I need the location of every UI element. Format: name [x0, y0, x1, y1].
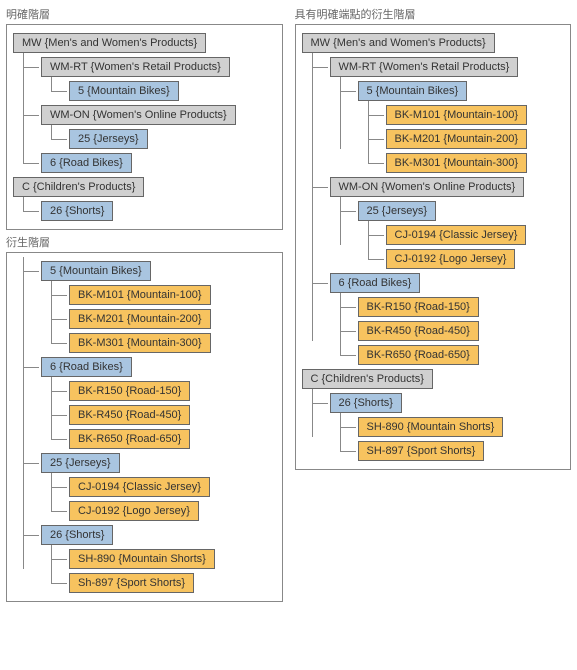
tree-node: C {Children's Products} — [302, 367, 565, 391]
tree-node: 26 {Shorts} — [302, 391, 565, 415]
tree-node: 5 {Mountain Bikes} — [13, 79, 276, 103]
tree-node-label: BK-R650 {Road-650} — [69, 429, 190, 449]
tree-node: BK-R650 {Road-650} — [13, 427, 276, 451]
tree-node-label: BK-R150 {Road-150} — [358, 297, 479, 317]
tree-node-label: CJ-0192 {Logo Jersey} — [386, 249, 516, 269]
panel-explicit-wrapper: 明確階層 MW {Men's and Women's Products} WM-R… — [6, 6, 283, 230]
tree-node-label: 26 {Shorts} — [330, 393, 402, 413]
tree-node: BK-R650 {Road-650} — [302, 343, 565, 367]
tree-node: SH-897 {Sport Shorts} — [302, 439, 565, 463]
panel-combined-wrapper: 具有明確端點的衍生階層 MW {Men's and Women's Produc… — [295, 6, 572, 470]
tree-node: BK-M101 {Mountain-100} — [302, 103, 565, 127]
tree-node-label: BK-M101 {Mountain-100} — [386, 105, 528, 125]
tree-node: BK-M201 {Mountain-200} — [13, 307, 276, 331]
tree-node: MW {Men's and Women's Products} — [302, 31, 565, 55]
tree-node-label: WM-ON {Women's Online Products} — [41, 105, 236, 125]
tree-node: BK-R150 {Road-150} — [302, 295, 565, 319]
tree-node: BK-M101 {Mountain-100} — [13, 283, 276, 307]
tree-node-label: WM-RT {Women's Retail Products} — [330, 57, 519, 77]
tree-node: CJ-0192 {Logo Jersey} — [13, 499, 276, 523]
diagram-container: 明確階層 MW {Men's and Women's Products} WM-R… — [6, 6, 571, 602]
tree-node: BK-R450 {Road-450} — [13, 403, 276, 427]
tree-node-label: WM-RT {Women's Retail Products} — [41, 57, 230, 77]
tree-node: SH-890 {Mountain Shorts} — [302, 415, 565, 439]
tree-node-label: 25 {Jerseys} — [69, 129, 148, 149]
tree-node-label: 6 {Road Bikes} — [330, 273, 421, 293]
tree-node: SH-890 {Mountain Shorts} — [13, 547, 276, 571]
tree-node-label: BK-M301 {Mountain-300} — [386, 153, 528, 173]
tree-node: BK-M301 {Mountain-300} — [13, 331, 276, 355]
tree-node-label: C {Children's Products} — [13, 177, 144, 197]
tree-node-label: BK-R150 {Road-150} — [69, 381, 190, 401]
tree-node-label: BK-M201 {Mountain-200} — [386, 129, 528, 149]
left-column: 明確階層 MW {Men's and Women's Products} WM-R… — [6, 6, 283, 602]
tree-node: MW {Men's and Women's Products} — [13, 31, 276, 55]
tree-node-label: SH-897 {Sport Shorts} — [358, 441, 485, 461]
tree-node: WM-ON {Women's Online Products} — [302, 175, 565, 199]
tree-node: Sh-897 {Sport Shorts} — [13, 571, 276, 595]
panel-derived-wrapper: 衍生階層 5 {Mountain Bikes} BK-M101 {Mountain… — [6, 234, 283, 602]
tree-node-label: 25 {Jerseys} — [41, 453, 120, 473]
panel-explicit: MW {Men's and Women's Products} WM-RT {Wo… — [6, 24, 283, 230]
tree-node: 25 {Jerseys} — [13, 451, 276, 475]
tree-node-label: MW {Men's and Women's Products} — [13, 33, 206, 53]
panel-combined: MW {Men's and Women's Products} WM-RT {Wo… — [295, 24, 572, 470]
tree-node-label: 26 {Shorts} — [41, 201, 113, 221]
tree-node-label: BK-R450 {Road-450} — [69, 405, 190, 425]
tree-node: 6 {Road Bikes} — [13, 151, 276, 175]
panel-derived: 5 {Mountain Bikes} BK-M101 {Mountain-100}… — [6, 252, 283, 602]
tree-node: CJ-0194 {Classic Jersey} — [13, 475, 276, 499]
tree-node: 5 {Mountain Bikes} — [302, 79, 565, 103]
tree-node-label: MW {Men's and Women's Products} — [302, 33, 495, 53]
right-column: 具有明確端點的衍生階層 MW {Men's and Women's Produc… — [295, 6, 572, 602]
tree-node: BK-M301 {Mountain-300} — [302, 151, 565, 175]
tree-node-label: 25 {Jerseys} — [358, 201, 437, 221]
tree-node-label: BK-M301 {Mountain-300} — [69, 333, 211, 353]
tree-node-label: CJ-0192 {Logo Jersey} — [69, 501, 199, 521]
tree-node-label: CJ-0194 {Classic Jersey} — [69, 477, 210, 497]
tree-node-label: 5 {Mountain Bikes} — [358, 81, 468, 101]
tree-node: 25 {Jerseys} — [302, 199, 565, 223]
tree-node-label: 26 {Shorts} — [41, 525, 113, 545]
tree-node-label: WM-ON {Women's Online Products} — [330, 177, 525, 197]
tree-node: C {Children's Products} — [13, 175, 276, 199]
tree-node: 6 {Road Bikes} — [13, 355, 276, 379]
tree-node: WM-RT {Women's Retail Products} — [13, 55, 276, 79]
tree-node-label: 5 {Mountain Bikes} — [41, 261, 151, 281]
tree-node: CJ-0194 {Classic Jersey} — [302, 223, 565, 247]
tree-node: 25 {Jerseys} — [13, 127, 276, 151]
tree-node-label: 6 {Road Bikes} — [41, 153, 132, 173]
tree-node: 26 {Shorts} — [13, 199, 276, 223]
panel-title-explicit: 明確階層 — [6, 6, 283, 22]
tree-node-label: BK-M201 {Mountain-200} — [69, 309, 211, 329]
tree-node: BK-M201 {Mountain-200} — [302, 127, 565, 151]
tree-node: WM-ON {Women's Online Products} — [13, 103, 276, 127]
panel-title-combined: 具有明確端點的衍生階層 — [295, 6, 572, 22]
tree-node-label: BK-R650 {Road-650} — [358, 345, 479, 365]
tree-node: 5 {Mountain Bikes} — [13, 259, 276, 283]
tree-node-label: BK-M101 {Mountain-100} — [69, 285, 211, 305]
tree-node-label: SH-890 {Mountain Shorts} — [69, 549, 215, 569]
tree-node-label: 6 {Road Bikes} — [41, 357, 132, 377]
tree-node-label: SH-890 {Mountain Shorts} — [358, 417, 504, 437]
tree-node: BK-R450 {Road-450} — [302, 319, 565, 343]
tree-node-label: CJ-0194 {Classic Jersey} — [386, 225, 527, 245]
tree-node: BK-R150 {Road-150} — [13, 379, 276, 403]
tree-node: 6 {Road Bikes} — [302, 271, 565, 295]
tree-node-label: Sh-897 {Sport Shorts} — [69, 573, 194, 593]
tree-node: CJ-0192 {Logo Jersey} — [302, 247, 565, 271]
tree-node-label: 5 {Mountain Bikes} — [69, 81, 179, 101]
tree-node: 26 {Shorts} — [13, 523, 276, 547]
panel-title-derived: 衍生階層 — [6, 234, 283, 250]
tree-node-label: BK-R450 {Road-450} — [358, 321, 479, 341]
tree-node: WM-RT {Women's Retail Products} — [302, 55, 565, 79]
tree-node-label: C {Children's Products} — [302, 369, 433, 389]
